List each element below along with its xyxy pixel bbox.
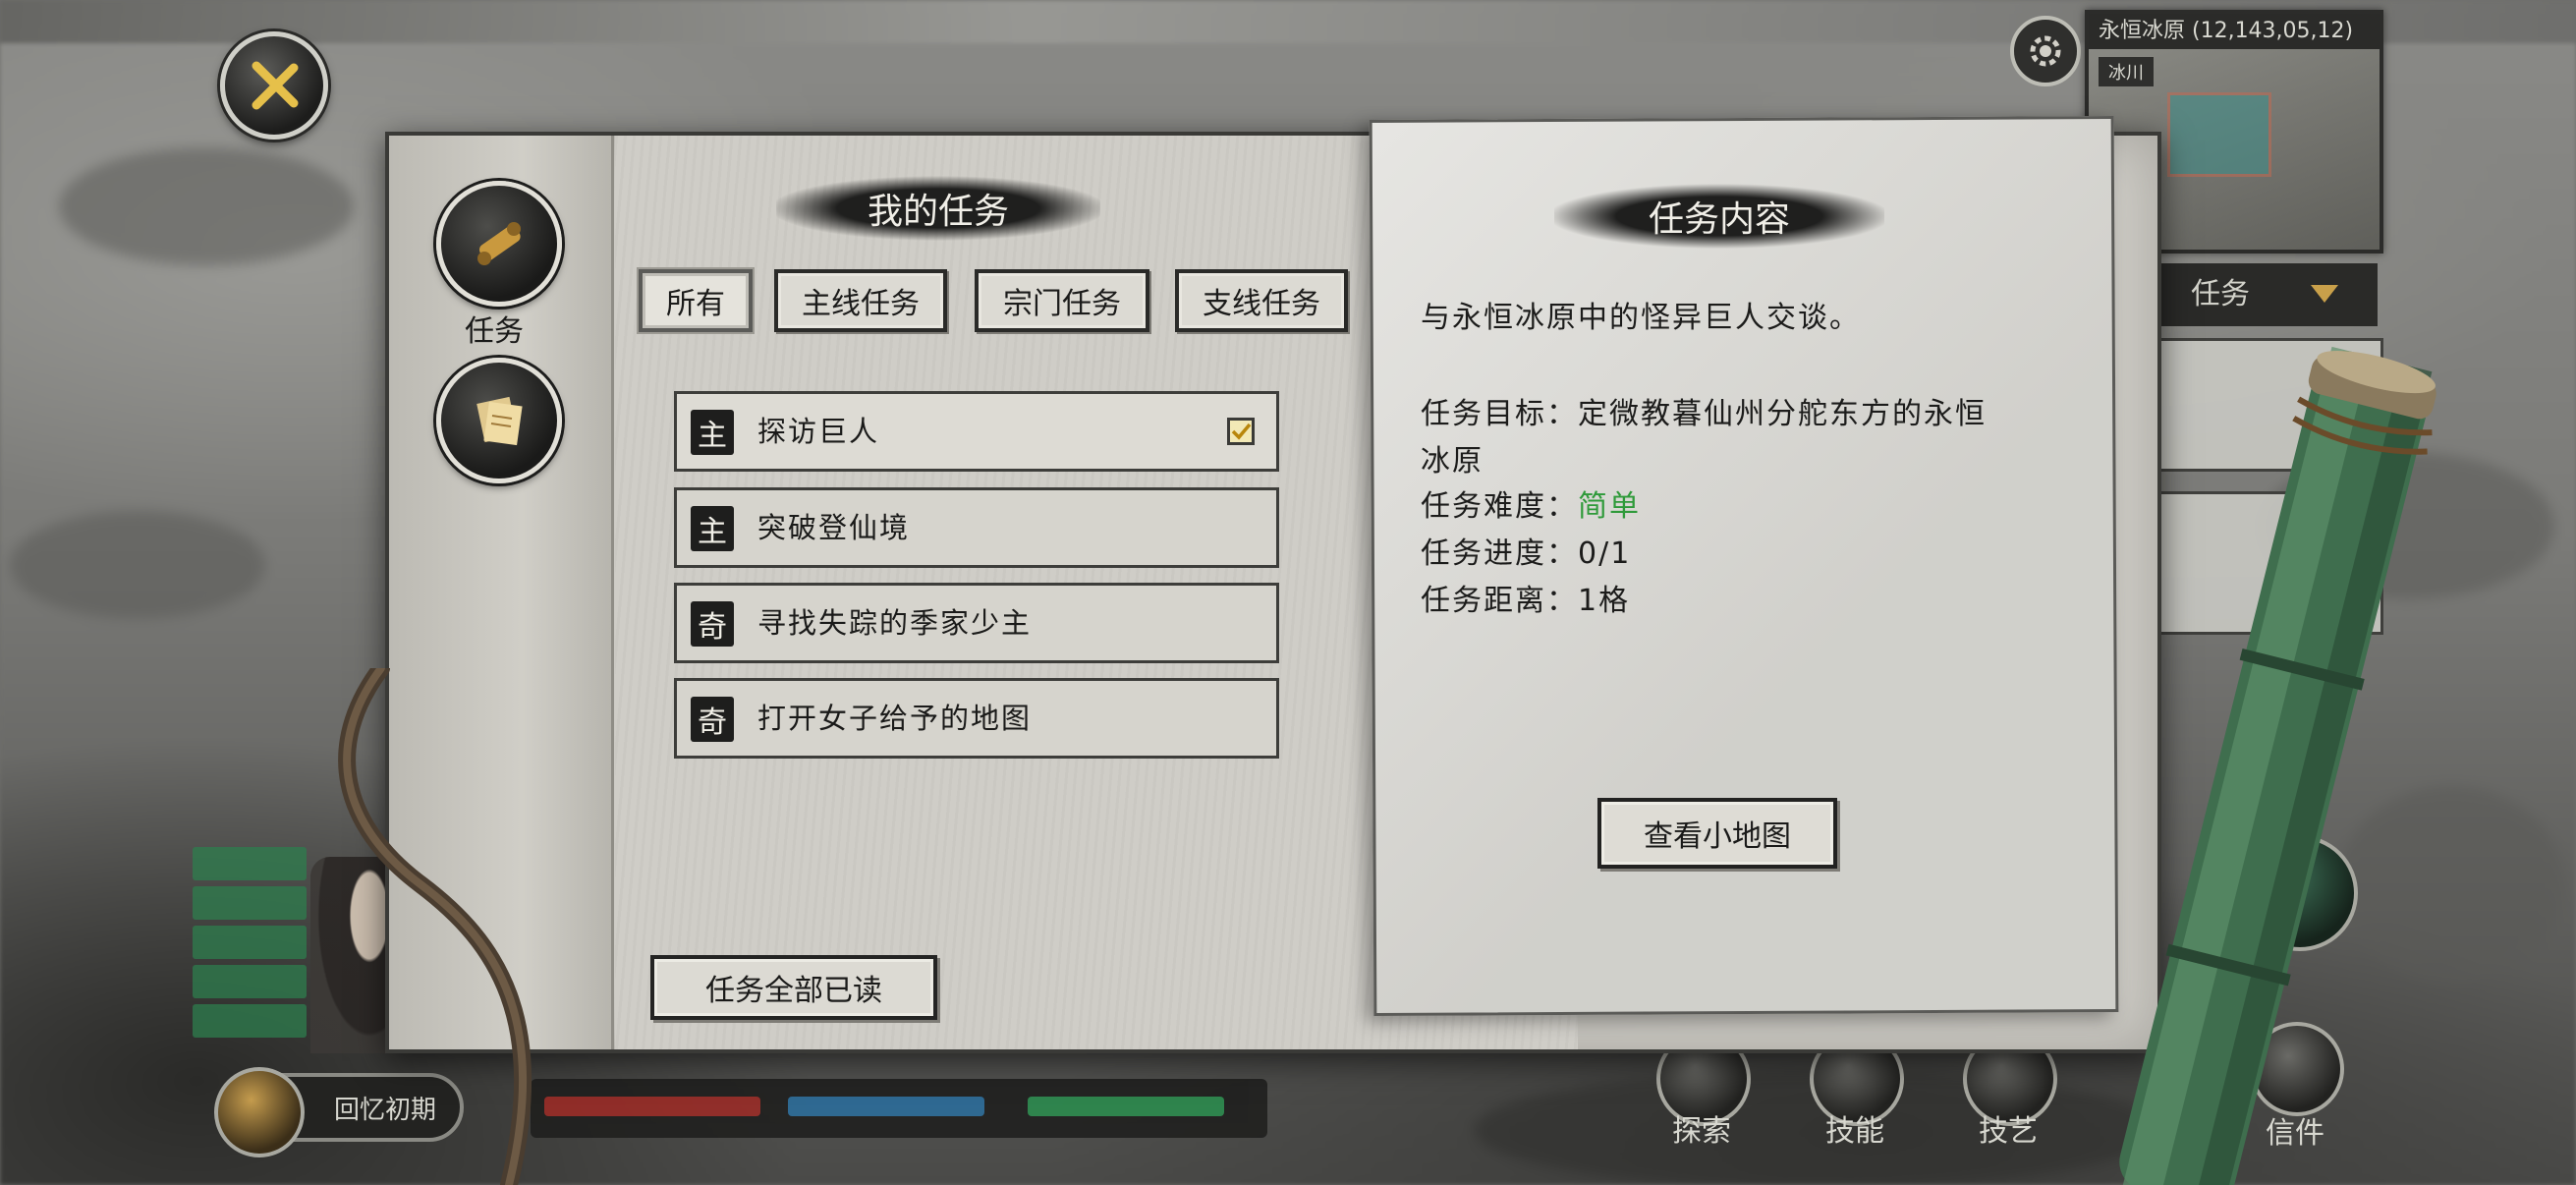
quest-name: 探访巨人	[757, 415, 880, 448]
quest-tracker-panel	[2142, 338, 2383, 472]
quest-name: 打开女子给予的地图	[757, 702, 1033, 735]
quest-type-badge: 主	[691, 506, 734, 551]
player-name: 回忆初期	[333, 1095, 436, 1125]
quest-difficulty: 任务难度：简单	[1421, 483, 1641, 531]
chat-channel-tags	[193, 847, 307, 1044]
checkmark-icon	[1231, 423, 1252, 440]
quest-name: 寻找失踪的季家少主	[757, 606, 1033, 640]
stamina-bar	[1028, 1097, 1224, 1116]
quest-name: 突破登仙境	[757, 511, 911, 544]
quest-type-badge: 主	[691, 410, 734, 455]
health-bar	[544, 1097, 760, 1116]
quest-detail-title: 任务内容	[1554, 181, 1884, 252]
quest-distance: 任务距离：1格	[1421, 578, 1630, 625]
quest-tracker-panel	[2142, 491, 2383, 635]
quest-list-item[interactable]: 奇 寻找失踪的季家少主	[674, 583, 1279, 663]
background-hill	[10, 511, 265, 619]
chat-tag[interactable]	[193, 926, 307, 959]
close-button[interactable]	[220, 31, 328, 140]
mana-bar	[788, 1097, 984, 1116]
quest-type-badge: 奇	[691, 601, 734, 647]
tab-main-quests[interactable]: 主线任务	[774, 269, 947, 332]
dropdown-triangle-icon	[2311, 285, 2338, 303]
explore-label: 探索	[1672, 1114, 1731, 1149]
tab-sect-quests[interactable]: 宗门任务	[975, 269, 1149, 332]
player-avatar-button[interactable]	[214, 1067, 305, 1157]
objective-value-continued: 冰原	[1421, 444, 1484, 479]
quest-list-item[interactable]: 主 突破登仙境	[674, 487, 1279, 568]
mark-all-read-label: 任务全部已读	[705, 974, 882, 1008]
objective-value: 定微教暮仙州分舵东方的永恒	[1578, 397, 1987, 431]
minimap-region-label: 冰川	[2099, 57, 2154, 86]
distance-label: 任务距离：	[1421, 584, 1578, 618]
mail-button[interactable]	[2250, 1022, 2344, 1116]
quest-objective: 任务目标：定微教暮仙州分舵东方的永恒 冰原	[1421, 391, 1987, 485]
quest-list-item[interactable]: 奇 打开女子给予的地图	[674, 678, 1279, 759]
tab-sect-quests-label: 宗门任务	[1003, 287, 1121, 321]
chat-tag[interactable]	[193, 1004, 307, 1038]
tab-side-quests-label: 支线任务	[1203, 287, 1320, 321]
quest-description: 与永恒冰原中的怪异巨人交谈。	[1421, 301, 1861, 335]
mark-all-read-button[interactable]: 任务全部已读	[650, 955, 937, 1020]
skills-label: 技能	[1825, 1114, 1884, 1149]
minimap-player-marker	[2167, 92, 2271, 177]
quest-detail-title-text: 任务内容	[1648, 199, 1790, 240]
view-minimap-label: 查看小地图	[1644, 819, 1791, 854]
quest-tracker-label: 任务	[2191, 277, 2250, 311]
category-quests-button[interactable]	[436, 181, 562, 307]
crafts-label: 技艺	[1979, 1114, 2038, 1149]
chat-tag[interactable]	[193, 847, 307, 880]
background-hill	[59, 147, 354, 265]
close-icon	[252, 61, 299, 110]
gear-icon	[2030, 35, 2061, 67]
quest-list-title: 我的任务	[776, 173, 1100, 244]
progress-label: 任务进度：	[1421, 536, 1578, 571]
difficulty-value: 简单	[1578, 489, 1641, 524]
chat-tag[interactable]	[193, 965, 307, 998]
tab-main-quests-label: 主线任务	[802, 287, 920, 321]
quest-list-item[interactable]: 主 探访巨人	[674, 391, 1279, 472]
quest-list-title-text: 我的任务	[867, 192, 1009, 232]
progress-value: 0/1	[1578, 536, 1632, 571]
distance-value: 1格	[1578, 584, 1631, 618]
quest-type-badge: 奇	[691, 697, 734, 742]
tab-side-quests[interactable]: 支线任务	[1175, 269, 1348, 332]
scroll-icon	[477, 222, 521, 265]
mail-label: 信件	[2266, 1116, 2324, 1151]
status-bars	[531, 1079, 1267, 1138]
tab-all-label: 所有	[666, 287, 725, 321]
map-button[interactable]	[2242, 835, 2358, 951]
category-quests-label: 任务	[465, 314, 524, 349]
chat-tag[interactable]	[193, 886, 307, 920]
tab-all[interactable]: 所有	[639, 269, 753, 332]
quest-progress: 任务进度：0/1	[1421, 531, 1631, 578]
background-hill	[2338, 786, 2564, 983]
objective-label: 任务目标：	[1421, 397, 1578, 431]
category-letters-button[interactable]	[436, 358, 562, 483]
difficulty-label: 任务难度：	[1421, 489, 1578, 524]
letters-icon	[476, 396, 523, 446]
quest-track-checkbox[interactable]	[1227, 418, 1255, 445]
view-minimap-button[interactable]: 查看小地图	[1597, 798, 1837, 869]
minimap-title: 永恒冰原 (12,143,05,12)	[2089, 14, 2380, 49]
settings-gear-button[interactable]	[2010, 16, 2081, 86]
quest-tracker-tab[interactable]: 任务	[2142, 263, 2378, 326]
